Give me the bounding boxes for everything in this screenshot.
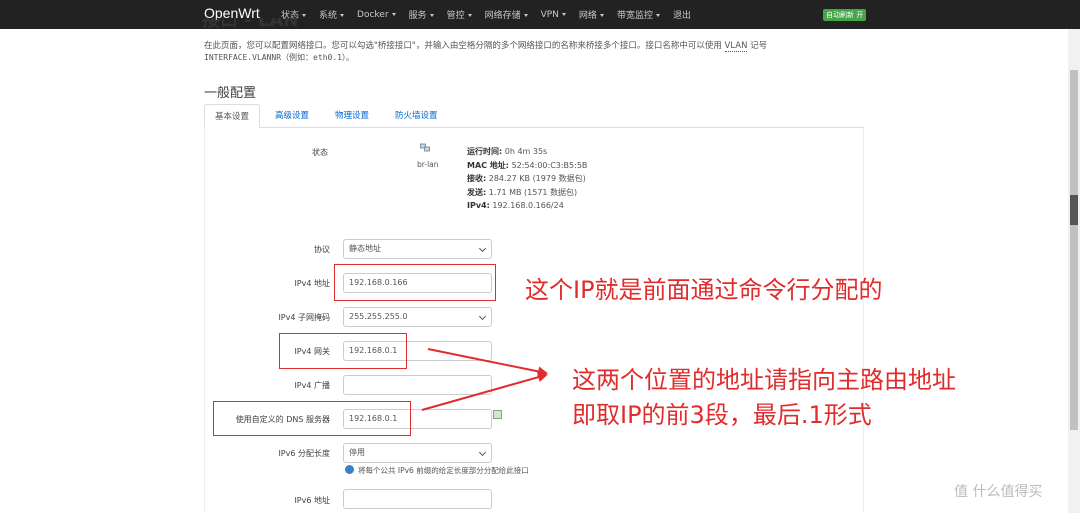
annotation-note-format: 即取IP的前3段，最后.1形式 (572, 401, 872, 429)
annotation-arrows (421, 348, 548, 411)
watermark: 值 什么值得买 (954, 484, 1043, 500)
annotation-note-ip: 这个IP就是前面通过命令行分配的 (525, 276, 883, 304)
annotation-note-gateway: 这两个位置的地址请指向主路由地址 (572, 366, 956, 394)
arrow-gateway (427, 348, 548, 377)
arrow-dns (421, 372, 548, 411)
